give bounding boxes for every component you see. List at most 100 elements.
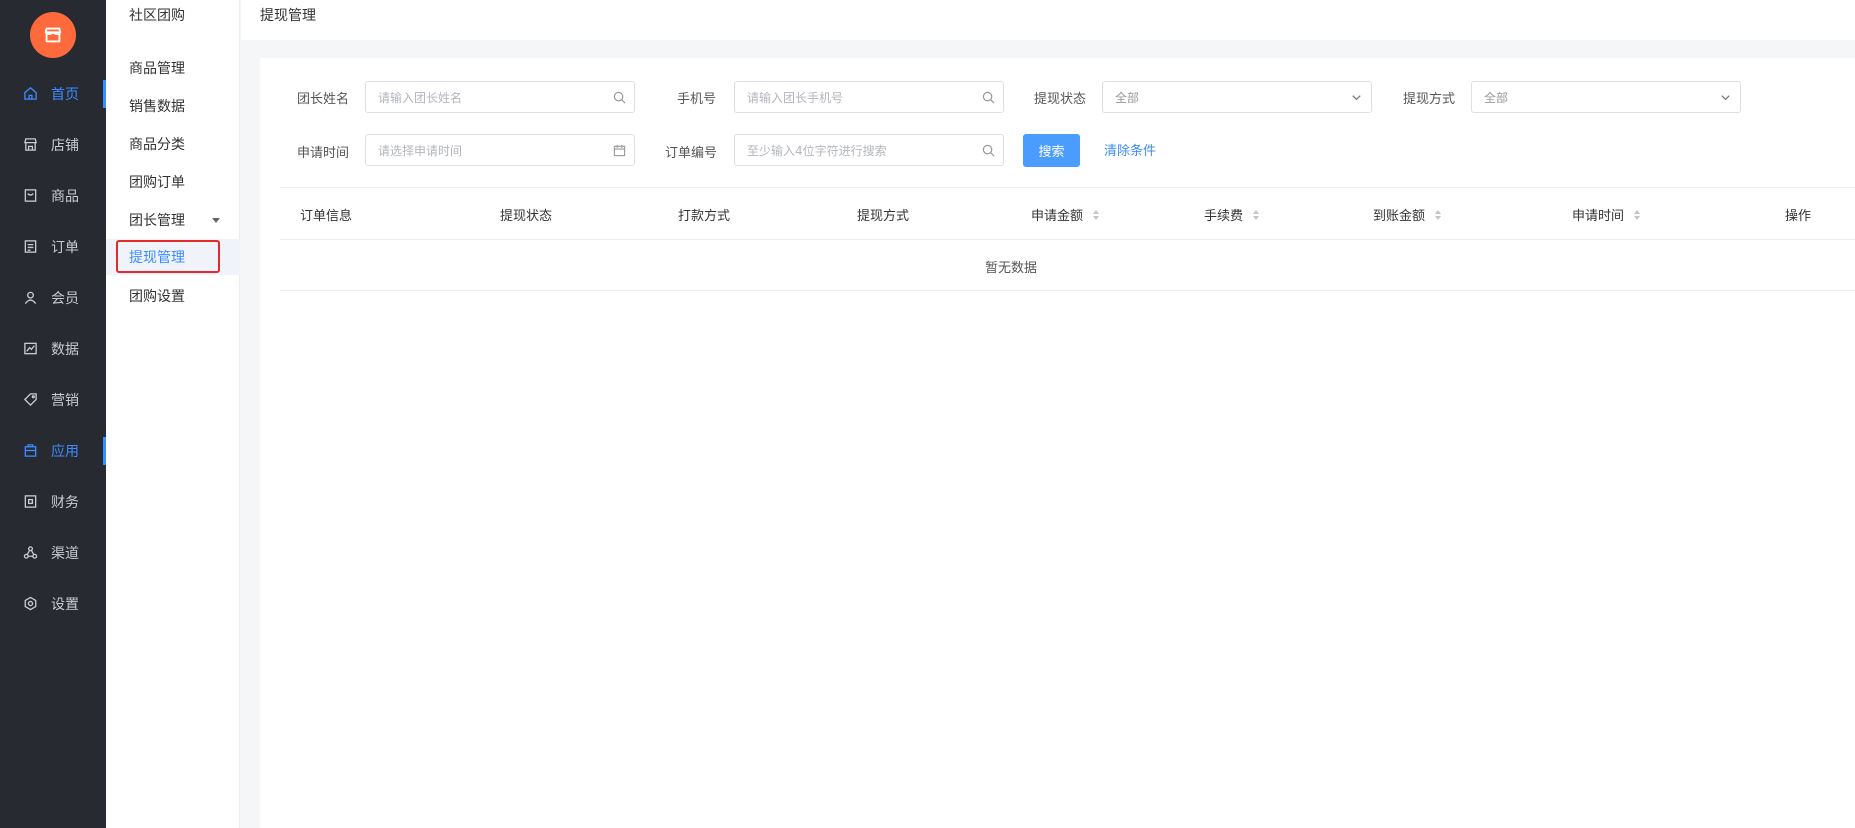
apply-time-placeholder: 请选择申请时间 xyxy=(378,143,463,158)
phone-input[interactable]: 请输入团长手机号 xyxy=(734,81,1004,113)
nav-item-label: 设置 xyxy=(51,596,79,613)
finance-icon xyxy=(21,493,39,511)
column-label: 订单信息 xyxy=(300,209,353,224)
empty-state-text: 暂无数据 xyxy=(984,261,1037,276)
leader-name-label: 团长姓名 xyxy=(297,92,350,107)
chevron-down-icon xyxy=(1341,82,1371,112)
app-icon xyxy=(21,442,39,460)
nav-item-order[interactable]: 订单 xyxy=(0,221,106,272)
search-button[interactable]: 搜索 xyxy=(1023,134,1080,167)
column-header-received-amount[interactable]: 到账金额 xyxy=(1373,205,1442,224)
nav-item-goods[interactable]: 商品 xyxy=(0,170,106,221)
order-icon xyxy=(21,238,39,256)
submenu-item-label: 团长管理 xyxy=(129,213,185,229)
column-label: 打款方式 xyxy=(678,209,731,224)
nav-item-label: 商品 xyxy=(51,188,79,205)
nav-item-label: 会员 xyxy=(51,290,79,307)
column-header-apply-time[interactable]: 申请时间 xyxy=(1572,205,1641,224)
search-icon xyxy=(973,82,1003,112)
clear-filters-link[interactable]: 清除条件 xyxy=(1104,140,1156,159)
nav-item-label: 数据 xyxy=(51,341,79,358)
main-sidebar: 首页 店铺 商品 订单 会员 数据 营销 应用 财务 渠道 设置 xyxy=(0,0,106,828)
search-icon xyxy=(604,82,634,112)
table-header: 订单信息 提现状态 打款方式 提现方式 申请金额 手续费 到账金额 申请时间 操… xyxy=(280,187,1855,240)
chart-icon xyxy=(21,340,39,358)
sort-icon[interactable] xyxy=(1253,209,1260,220)
submenu-item-group-settings[interactable]: 团购设置 xyxy=(106,278,240,314)
column-label: 申请时间 xyxy=(1572,209,1625,224)
secondary-sidebar: 社区团购 商品管理 销售数据 商品分类 团购订单 团长管理 提现管理 团购设置 xyxy=(106,0,240,828)
nav-item-label: 财务 xyxy=(51,494,79,511)
table-body: 暂无数据 xyxy=(280,240,1855,291)
content-panel xyxy=(260,58,1855,828)
column-label: 申请金额 xyxy=(1031,209,1084,224)
leader-name-placeholder: 请输入团长姓名 xyxy=(378,90,463,105)
column-header-apply-amount[interactable]: 申请金额 xyxy=(1031,205,1100,224)
submenu-item-goods[interactable]: 商品管理 xyxy=(106,50,240,86)
withdraw-table: 订单信息 提现状态 打款方式 提现方式 申请金额 手续费 到账金额 申请时间 操… xyxy=(280,187,1855,291)
column-label: 手续费 xyxy=(1204,209,1244,224)
nav-item-home[interactable]: 首页 xyxy=(0,68,106,119)
nav-item-marketing[interactable]: 营销 xyxy=(0,374,106,425)
nav-item-label: 首页 xyxy=(51,86,79,103)
nav-item-apps[interactable]: 应用 xyxy=(0,425,106,476)
apply-time-label: 申请时间 xyxy=(297,146,350,161)
shop-icon xyxy=(44,27,62,43)
order-no-label: 订单编号 xyxy=(665,146,718,161)
sort-icon[interactable] xyxy=(1634,209,1641,220)
nav-item-label: 渠道 xyxy=(51,545,79,562)
apply-time-picker[interactable]: 请选择申请时间 xyxy=(365,134,635,166)
gear-icon xyxy=(21,595,39,613)
submenu-item-sales-data[interactable]: 销售数据 xyxy=(106,88,240,124)
search-icon xyxy=(973,135,1003,165)
nav-item-label: 店铺 xyxy=(51,137,79,154)
submenu-item-group-orders[interactable]: 团购订单 xyxy=(106,164,240,200)
breadcrumb: 提现管理 xyxy=(260,8,316,24)
column-label: 到账金额 xyxy=(1373,209,1426,224)
withdraw-status-select[interactable]: 全部 xyxy=(1102,81,1372,113)
submenu-title: 社区团购 xyxy=(129,8,185,24)
submenu-item-withdraw[interactable]: 提现管理 xyxy=(106,239,240,275)
nav-item-label: 订单 xyxy=(51,239,79,256)
submenu-item-category[interactable]: 商品分类 xyxy=(106,126,240,162)
channel-icon xyxy=(21,544,39,562)
caret-down-icon xyxy=(212,218,220,223)
nav-item-label: 应用 xyxy=(51,443,79,460)
column-label: 提现方式 xyxy=(857,209,910,224)
leader-name-input[interactable]: 请输入团长姓名 xyxy=(365,81,635,113)
phone-placeholder: 请输入团长手机号 xyxy=(747,90,844,105)
order-no-input[interactable]: 至少输入4位字符进行搜索 xyxy=(734,134,1004,166)
withdraw-method-value: 全部 xyxy=(1484,90,1509,105)
order-no-placeholder: 至少输入4位字符进行搜索 xyxy=(747,143,887,158)
column-header-withdraw-status: 提现状态 xyxy=(500,205,552,224)
sort-icon[interactable] xyxy=(1093,209,1100,220)
home-icon xyxy=(21,85,39,103)
column-header-order-info: 订单信息 xyxy=(300,205,352,224)
goods-icon xyxy=(21,187,39,205)
nav-item-settings[interactable]: 设置 xyxy=(0,578,106,629)
sort-icon[interactable] xyxy=(1435,209,1442,220)
shop-logo[interactable] xyxy=(30,12,76,58)
submenu-item-leader[interactable]: 团长管理 xyxy=(106,202,240,238)
store-icon xyxy=(21,136,39,154)
withdraw-status-label: 提现状态 xyxy=(1034,92,1087,107)
withdraw-method-label: 提现方式 xyxy=(1403,92,1456,107)
nav-item-channel[interactable]: 渠道 xyxy=(0,527,106,578)
phone-label: 手机号 xyxy=(677,92,717,107)
calendar-icon xyxy=(604,135,634,165)
nav-item-member[interactable]: 会员 xyxy=(0,272,106,323)
column-header-payment-method: 打款方式 xyxy=(678,205,730,224)
column-label: 操作 xyxy=(1785,209,1812,224)
nav-item-label: 营销 xyxy=(51,392,79,409)
tag-icon xyxy=(21,391,39,409)
withdraw-method-select[interactable]: 全部 xyxy=(1471,81,1741,113)
nav-item-finance[interactable]: 财务 xyxy=(0,476,106,527)
nav-item-store[interactable]: 店铺 xyxy=(0,119,106,170)
column-label: 提现状态 xyxy=(500,209,553,224)
nav-item-data[interactable]: 数据 xyxy=(0,323,106,374)
withdraw-status-value: 全部 xyxy=(1115,90,1140,105)
header-bar: 提现管理 xyxy=(241,0,1855,40)
column-header-fee[interactable]: 手续费 xyxy=(1204,205,1260,224)
chevron-down-icon xyxy=(1710,82,1740,112)
column-header-withdraw-method: 提现方式 xyxy=(857,205,909,224)
